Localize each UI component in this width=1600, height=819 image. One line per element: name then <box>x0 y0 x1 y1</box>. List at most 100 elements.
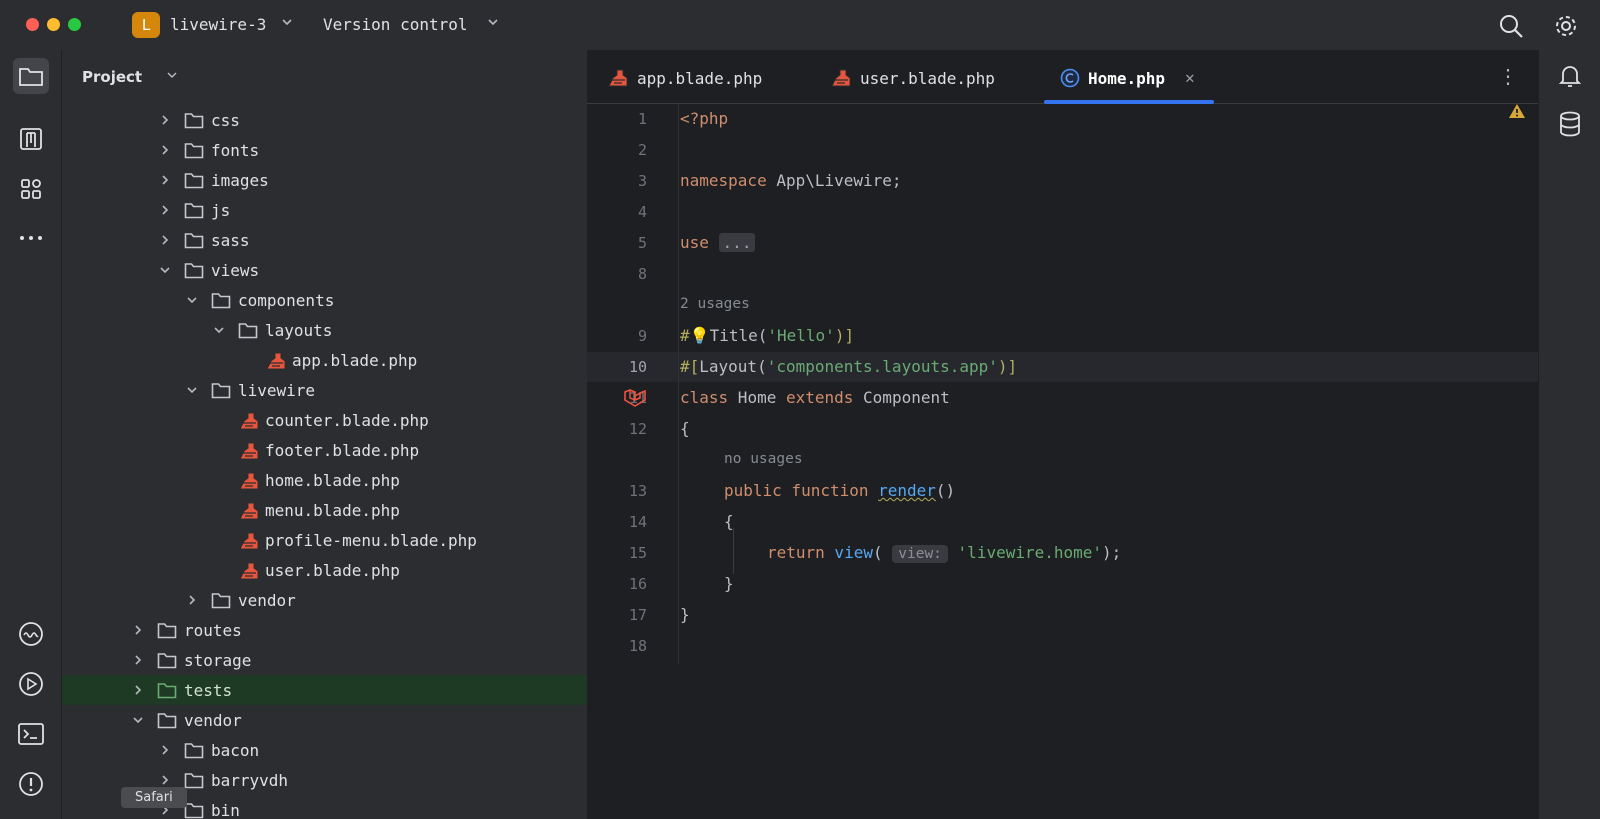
tree-item-menu-blade-php[interactable]: menu.blade.php <box>62 495 587 525</box>
services-wave-icon[interactable] <box>13 616 49 652</box>
version-control-menu[interactable]: Version control <box>323 15 468 34</box>
project-panel: Project css fonts images js sass views compone… <box>62 50 587 819</box>
chevron-right-icon[interactable] <box>131 622 145 636</box>
code-line[interactable]: 17 } <box>587 600 1538 630</box>
string: 'livewire.home' <box>957 543 1103 562</box>
tree-item-components[interactable]: components <box>62 285 587 315</box>
code-line[interactable]: 14 { <box>587 507 1538 537</box>
code-line[interactable]: 2 <box>587 135 1538 165</box>
tree-item-images[interactable]: images <box>62 165 587 195</box>
folded-imports[interactable]: ... <box>718 233 756 252</box>
tree-item-user-blade-php[interactable]: user.blade.php <box>62 555 587 585</box>
chevron-right-icon[interactable] <box>158 772 172 786</box>
code-line[interactable]: 13 public function render() <box>587 476 1538 506</box>
code-line[interactable]: 3 namespace App\Livewire; <box>587 166 1538 196</box>
project-badge[interactable]: L <box>132 12 160 38</box>
chevron-right-icon[interactable] <box>158 172 172 186</box>
tree-item-views[interactable]: views <box>62 255 587 285</box>
chevron-down-icon[interactable] <box>185 382 199 396</box>
chevron-right-icon[interactable] <box>131 682 145 696</box>
chevron-right-icon[interactable] <box>158 142 172 156</box>
tree-item-counter-blade-php[interactable]: counter.blade.php <box>62 405 587 435</box>
tree-item-sass[interactable]: sass <box>62 225 587 255</box>
terminal-icon[interactable] <box>13 716 49 752</box>
close-tab-icon[interactable]: ✕ <box>1185 68 1195 87</box>
chevron-right-icon[interactable] <box>158 232 172 246</box>
chevron-right-icon[interactable] <box>158 112 172 126</box>
tree-item-vendor[interactable]: vendor <box>62 585 587 615</box>
chevron-down-icon[interactable] <box>280 15 294 33</box>
tree-item-tests[interactable]: tests <box>62 675 587 705</box>
close-window-button[interactable] <box>26 18 39 31</box>
tree-item-app-blade-php[interactable]: app.blade.php <box>62 345 587 375</box>
tree-item-storage[interactable]: storage <box>62 645 587 675</box>
line-number: 4 <box>637 203 647 221</box>
laravel-icon[interactable] <box>623 388 647 412</box>
blade-icon <box>238 531 259 550</box>
notifications-bell-icon[interactable] <box>1554 60 1586 92</box>
database-icon[interactable] <box>1554 108 1586 140</box>
chevron-right-icon[interactable] <box>158 742 172 756</box>
project-folder-icon[interactable] <box>13 58 49 94</box>
paren: ); <box>1102 543 1122 562</box>
search-icon[interactable] <box>1497 12 1525 40</box>
tree-item-js[interactable]: js <box>62 195 587 225</box>
problems-icon[interactable] <box>13 766 49 802</box>
folder-icon <box>184 771 204 789</box>
usages-hint[interactable]: no usages <box>724 451 803 467</box>
chevron-right-icon[interactable] <box>185 592 199 606</box>
tab-label: user.blade.php <box>860 69 995 88</box>
chevron-right-icon[interactable] <box>158 202 172 216</box>
zoom-window-button[interactable] <box>68 18 81 31</box>
code-line[interactable]: 4 <box>587 197 1538 227</box>
tree-item-routes[interactable]: routes <box>62 615 587 645</box>
more-vertical-icon[interactable]: ⋮ <box>1498 64 1518 88</box>
code-line[interactable]: 11 class Home extends Component <box>587 383 1538 413</box>
code-line[interactable]: 16 } <box>587 569 1538 599</box>
chevron-down-icon[interactable] <box>158 262 172 276</box>
code-line[interactable]: 15 return view( view: 'livewire.home'); <box>587 538 1538 568</box>
chevron-down-icon[interactable] <box>486 15 500 33</box>
tree-item-label: views <box>211 261 260 280</box>
code-line[interactable]: 12 { <box>587 414 1538 444</box>
code-line-current[interactable]: 10 #[Layout('components.layouts.app')] <box>587 352 1538 382</box>
keyword: namespace <box>680 171 767 190</box>
gear-icon[interactable] <box>1552 12 1580 40</box>
minimize-window-button[interactable] <box>47 18 60 31</box>
tree-item-profile-menu-blade-php[interactable]: profile-menu.blade.php <box>62 525 587 555</box>
editor-tab-bar: app.blade.php user.blade.php Home.php ✕ … <box>587 50 1538 104</box>
chevron-down-icon[interactable] <box>131 712 145 726</box>
tree-item-label: css <box>211 111 240 130</box>
code-line[interactable]: 9 #💡Title('Hello')] <box>587 321 1538 351</box>
usages-hint[interactable]: 2 usages <box>680 296 750 312</box>
code-line[interactable]: 5 use ... <box>587 228 1538 258</box>
string: 'components.layouts.app' <box>766 357 998 376</box>
tree-item-footer-blade-php[interactable]: footer.blade.php <box>62 435 587 465</box>
project-switcher[interactable]: livewire-3 <box>170 15 266 34</box>
chevron-down-icon[interactable] <box>212 322 226 336</box>
chevron-down-icon[interactable] <box>185 292 199 306</box>
project-panel-title[interactable]: Project <box>82 68 142 86</box>
tab-app-blade[interactable]: app.blade.php <box>607 50 797 104</box>
tree-item-vendor[interactable]: vendor <box>62 705 587 735</box>
tree-item-home-blade-php[interactable]: home.blade.php <box>62 465 587 495</box>
tree-item-livewire[interactable]: livewire <box>62 375 587 405</box>
tree-item-layouts[interactable]: layouts <box>62 315 587 345</box>
chevron-down-icon[interactable] <box>166 69 178 84</box>
tree-item-fonts[interactable]: fonts <box>62 135 587 165</box>
tab-user-blade[interactable]: user.blade.php <box>830 50 1030 104</box>
tree-item-bacon[interactable]: bacon <box>62 735 587 765</box>
plugins-icon[interactable] <box>13 171 49 207</box>
tree-item-label: storage <box>184 651 252 670</box>
tree-item-css[interactable]: css <box>62 105 587 135</box>
structure-icon[interactable] <box>13 121 49 157</box>
code-line[interactable]: 18 <box>587 631 1538 661</box>
code-line[interactable]: 8 <box>587 259 1538 289</box>
more-icon[interactable] <box>13 220 49 256</box>
tree-item-label: profile-menu.blade.php <box>265 531 477 550</box>
keyword: extends <box>785 388 854 407</box>
chevron-right-icon[interactable] <box>131 652 145 666</box>
lightbulb-icon[interactable]: 💡 <box>690 326 710 345</box>
run-icon[interactable] <box>13 666 49 702</box>
code-line[interactable]: 1 <?php <box>587 104 1538 134</box>
